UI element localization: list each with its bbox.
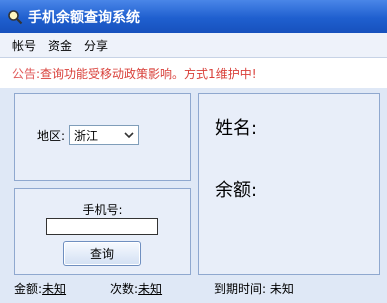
count-value: 未知 xyxy=(138,282,163,296)
menu-share[interactable]: 分享 xyxy=(78,37,114,54)
amount-status: 金额:未知 xyxy=(14,280,66,297)
notice-text: :查询功能受移动政策影响。方式1维护中! xyxy=(36,66,257,81)
query-button[interactable]: 查询 xyxy=(63,241,141,266)
phone-panel: 手机号: 查询 xyxy=(14,188,191,275)
status-bar: 金额:未知 次数:未知 到期时间: 未知 xyxy=(0,278,387,298)
region-panel: 地区: 浙江 xyxy=(14,93,191,181)
menu-funds[interactable]: 资金 xyxy=(42,37,78,54)
window-title: 手机余额查询系统 xyxy=(28,9,140,26)
expire-label: 到期时间: xyxy=(214,282,267,296)
menu-bar: 帐号 资金 分享 xyxy=(0,33,387,58)
amount-value: 未知 xyxy=(42,282,67,296)
notice-label: 公告 xyxy=(12,66,37,81)
phone-input[interactable] xyxy=(46,218,158,235)
expire-value: 未知 xyxy=(269,282,294,296)
title-bar: 手机余额查询系统 xyxy=(0,0,387,33)
name-label: 姓名: xyxy=(215,118,258,139)
balance-label: 余额: xyxy=(215,180,258,201)
region-select[interactable]: 浙江 xyxy=(69,125,140,145)
region-selected-value: 浙江 xyxy=(74,128,99,143)
chevron-down-icon xyxy=(124,128,134,142)
app-window: 手机余额查询系统 帐号 资金 分享 公告 :查询功能受移动政策影响。方式1维护中… xyxy=(0,0,387,303)
notice-bar: 公告 :查询功能受移动政策影响。方式1维护中! xyxy=(0,58,387,88)
count-label: 次数: xyxy=(110,282,139,296)
count-status: 次数:未知 xyxy=(110,280,162,297)
result-panel: 姓名: 余额: xyxy=(198,93,380,275)
search-icon xyxy=(6,8,24,26)
phone-label: 手机号: xyxy=(82,203,123,217)
expire-status: 到期时间: 未知 xyxy=(214,280,294,297)
menu-account[interactable]: 帐号 xyxy=(6,37,42,54)
region-label: 地区: xyxy=(37,128,66,143)
amount-label: 金额: xyxy=(14,282,43,296)
